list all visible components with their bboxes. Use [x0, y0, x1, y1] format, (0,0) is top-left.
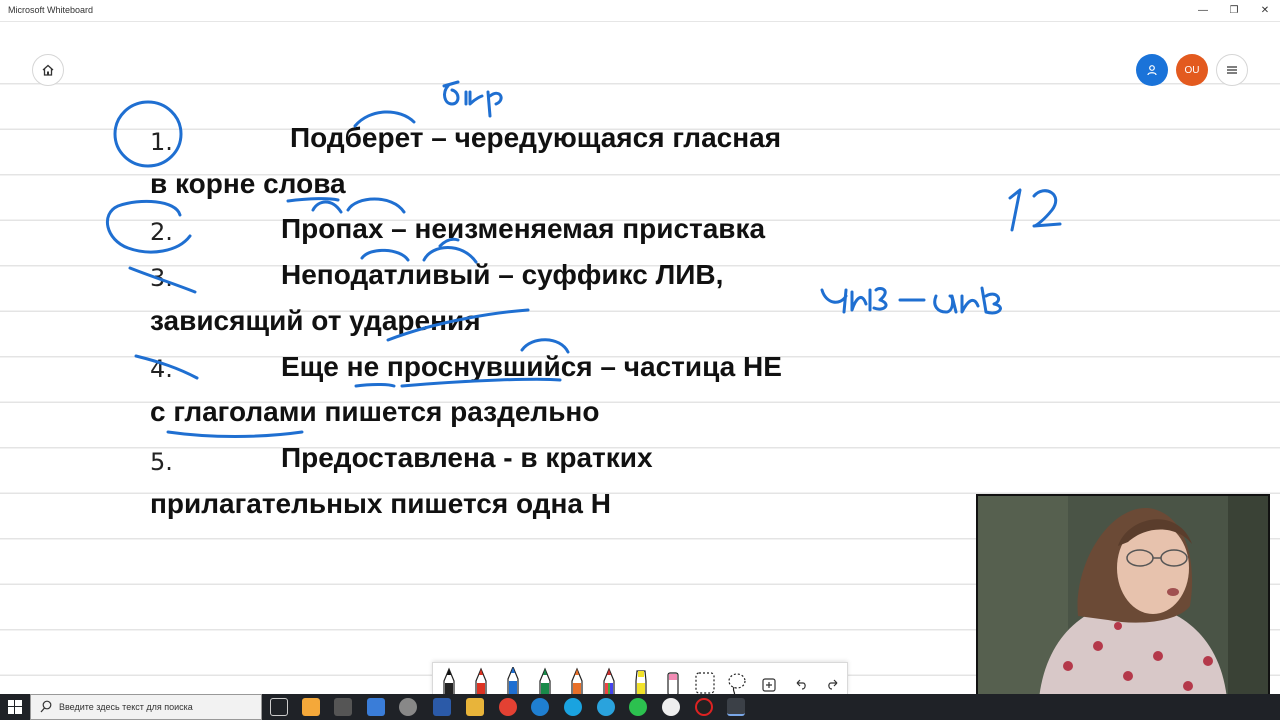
webcam-overlay — [976, 494, 1270, 716]
task-view-icon[interactable] — [270, 698, 288, 716]
list-number-1: 1. — [150, 128, 173, 156]
text-line-4[interactable]: Неподатливый – суффикс ЛИВ, — [281, 259, 723, 291]
lasso-tool[interactable] — [723, 665, 751, 694]
file-explorer-icon[interactable] — [466, 698, 484, 716]
text-line-5[interactable]: зависящий от ударения — [150, 305, 481, 337]
invite-button[interactable] — [1136, 54, 1168, 86]
search-placeholder: Введите здесь текст для поиска — [59, 702, 193, 712]
pen-toolbar — [432, 662, 848, 694]
undo-icon[interactable] — [787, 665, 815, 694]
text-line-7[interactable]: с глаголами пишется раздельно — [150, 396, 599, 428]
menu-button[interactable] — [1216, 54, 1248, 86]
list-number-5: 5. — [150, 448, 173, 476]
text-line-2[interactable]: в корне слова — [150, 168, 346, 200]
home-icon — [42, 64, 54, 76]
search-icon — [40, 700, 52, 719]
windows-taskbar: Введите здесь текст для поиска — [0, 694, 1280, 720]
edge-icon[interactable] — [531, 698, 549, 716]
text-line-1[interactable]: Подберет – чередующаяся гласная — [290, 122, 781, 154]
highlighter-tool[interactable] — [627, 665, 655, 694]
list-number-4: 4. — [150, 355, 173, 383]
orange-pen-tool[interactable] — [563, 665, 591, 694]
avatar[interactable]: OU — [1176, 54, 1208, 86]
whatsapp-icon[interactable] — [629, 698, 647, 716]
telegram-icon[interactable] — [597, 698, 615, 716]
invite-person-icon — [1147, 65, 1157, 76]
taskbar-search-box[interactable]: Введите здесь текст для поиска — [30, 694, 262, 720]
remote-desktop-icon[interactable] — [367, 698, 385, 716]
home-button[interactable] — [32, 54, 64, 86]
chrome-icon[interactable] — [499, 698, 517, 716]
word-icon[interactable] — [433, 698, 451, 716]
text-line-9[interactable]: прилагательных пишется одна Н — [150, 488, 611, 520]
green-pen-tool[interactable] — [531, 665, 559, 694]
whiteboard-app-icon[interactable] — [727, 698, 745, 716]
rainbow-pen-tool[interactable] — [595, 665, 623, 694]
blue-pen-tool[interactable] — [499, 665, 527, 694]
ruler-tool[interactable] — [691, 665, 719, 694]
windows-start-icon[interactable] — [8, 700, 22, 714]
webcam-person-image — [978, 496, 1268, 714]
add-icon[interactable] — [755, 665, 783, 694]
store-icon[interactable] — [302, 698, 320, 716]
window-title: Microsoft Whiteboard — [8, 5, 94, 15]
minimize-button[interactable]: — — [1188, 3, 1218, 19]
text-line-3[interactable]: Пропах – неизменяемая приставка — [281, 213, 765, 245]
list-number-3: 3. — [150, 264, 173, 292]
misc-app-icon[interactable] — [399, 698, 417, 716]
calculator-icon[interactable] — [334, 698, 352, 716]
restore-button[interactable]: ❐ — [1219, 3, 1249, 19]
close-button[interactable]: ✕ — [1250, 3, 1280, 19]
text-line-6[interactable]: Еще не проснувшийся – частица НЕ — [281, 351, 782, 383]
title-bar: Microsoft Whiteboard — ❐ ✕ — [0, 0, 1280, 22]
record-icon[interactable] — [695, 698, 713, 716]
skype-icon[interactable] — [564, 698, 582, 716]
eraser-tool[interactable] — [659, 665, 687, 694]
red-pen-tool[interactable] — [467, 665, 495, 694]
list-number-2: 2. — [150, 218, 173, 246]
redo-icon[interactable] — [819, 665, 847, 694]
text-line-8[interactable]: Предоставлена - в кратких — [281, 442, 653, 474]
black-pen-tool[interactable] — [435, 665, 463, 694]
menu-icon — [1227, 66, 1237, 74]
webcam-app-icon[interactable] — [662, 698, 680, 716]
